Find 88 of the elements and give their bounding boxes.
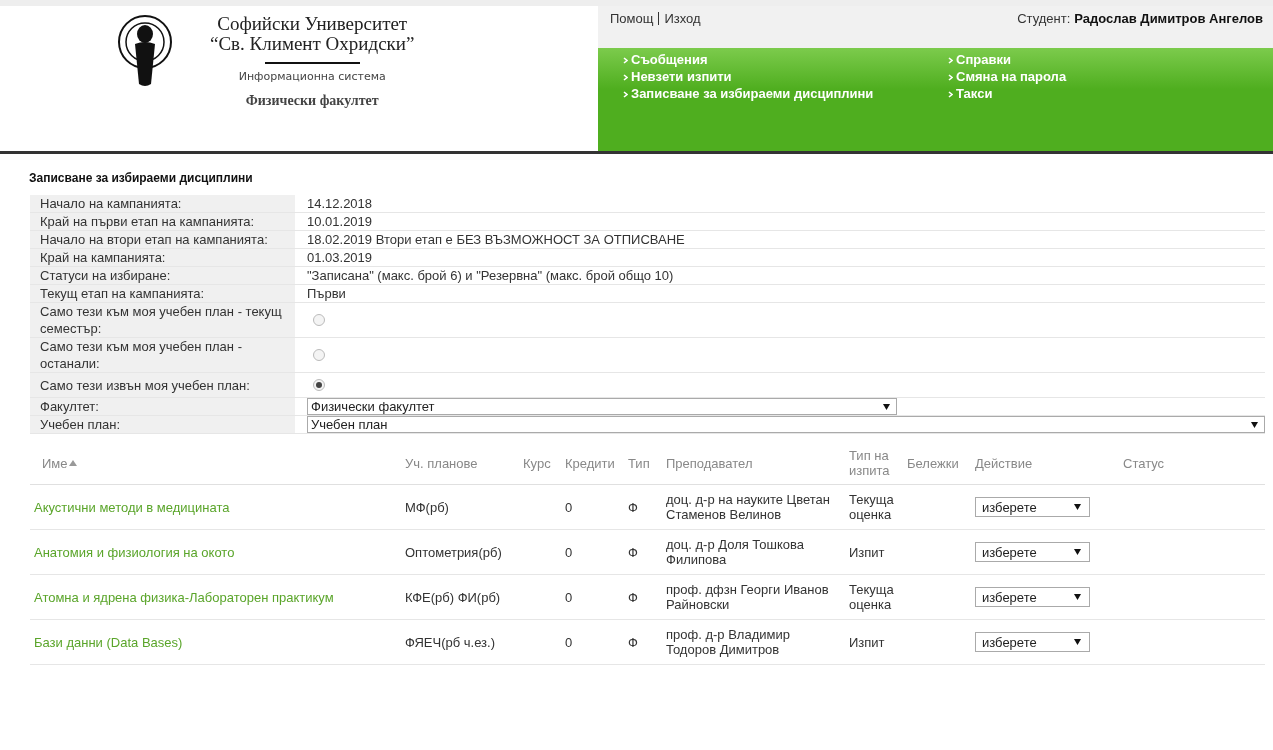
- table-cell: Ф: [628, 499, 638, 515]
- university-name: “Св. Климент Охридски”: [210, 34, 415, 54]
- table-cell: 0: [565, 544, 573, 560]
- caret-icon: [1074, 594, 1081, 600]
- field-label: Текущ етап на кампанията:: [30, 285, 295, 302]
- radio-button[interactable]: [313, 349, 325, 361]
- caret-icon: [883, 403, 890, 410]
- column-header[interactable]: Име: [42, 455, 68, 471]
- table-cell: Текуща оценка: [849, 582, 894, 612]
- caret-icon: [1074, 639, 1081, 645]
- field-label: Начало на втори етап на кампанията:: [30, 231, 295, 248]
- dropdown[interactable]: Учебен план: [307, 416, 1265, 433]
- table-cell: 0: [565, 499, 573, 515]
- column-header[interactable]: Преподавател: [666, 455, 753, 471]
- field-value: 18.02.2019 Втори етап е БЕЗ ВЪЗМОЖНОСТ ЗА ОТПИСВАНЕ: [307, 231, 685, 248]
- menu-link[interactable]: Записване за избираеми дисциплини: [623, 85, 948, 102]
- table-cell: Текуща оценка: [849, 492, 894, 522]
- chevron-icon: [948, 74, 953, 81]
- table-cell: доц. д-р Доля Тошкова Филипова: [666, 537, 804, 567]
- course-link[interactable]: Атомна и ядрена физика-Лабораторен практикум: [34, 589, 334, 605]
- chevron-icon: [623, 57, 628, 64]
- logo-icon: [115, 14, 175, 89]
- radio-button[interactable]: [313, 314, 325, 326]
- menu-link[interactable]: Такси: [948, 85, 1273, 102]
- column-header[interactable]: Тип: [628, 455, 650, 471]
- field-label: Край на кампанията:: [30, 249, 295, 266]
- field-label: Учебен план:: [30, 416, 295, 433]
- student-label: Студент:: [1017, 11, 1071, 26]
- field-label: Само тези към моя учебен план - останали:: [30, 338, 295, 372]
- menu-link[interactable]: Смяна на парола: [948, 68, 1273, 85]
- field-label: Край на първи етап на кампанията:: [30, 213, 295, 230]
- action-dropdown[interactable]: изберете: [975, 542, 1090, 562]
- table-cell: проф. дфзн Георги Иванов Райновски: [666, 582, 829, 612]
- table-cell: Изпит: [849, 544, 885, 560]
- field-value: "Записана" (макс. брой 6) и "Резервна" (макс. брой общо 10): [307, 267, 674, 284]
- chevron-icon: [623, 91, 628, 98]
- chevron-icon: [623, 74, 628, 81]
- field-label: Факултет:: [30, 398, 295, 415]
- table-cell: 0: [565, 589, 573, 605]
- table-cell: доц. д-р на науките Цветан Стаменов Велинов: [666, 492, 831, 522]
- column-header[interactable]: Статус: [1123, 455, 1165, 471]
- column-header[interactable]: Действие: [975, 455, 1033, 471]
- system-name: Информационна система: [238, 70, 386, 83]
- field-label: Статуси на избиране:: [30, 267, 295, 284]
- table-cell: проф. д-р Владимир Тодоров Димитров: [666, 627, 790, 657]
- radio-button[interactable]: [313, 379, 325, 391]
- table-cell: Ф: [628, 589, 638, 605]
- table-cell: КФЕ(рб) ФИ(рб): [405, 589, 501, 605]
- chevron-icon: [948, 57, 953, 64]
- table-cell: 0: [565, 634, 573, 650]
- table-cell: Ф: [628, 634, 638, 650]
- field-value: Първи: [307, 285, 346, 302]
- menu-link[interactable]: Невзети изпити: [623, 68, 948, 85]
- caret-icon: [1074, 549, 1081, 555]
- table-cell: Изпит: [849, 634, 885, 650]
- student-name: Радослав Димитров Ангелов: [1074, 11, 1263, 26]
- top-link[interactable]: Изход: [664, 11, 701, 26]
- column-header[interactable]: Уч. планове: [405, 455, 478, 471]
- course-link[interactable]: Бази данни (Data Bases): [34, 634, 183, 650]
- field-label: Само тези към моя учебен план - текущ семестър:: [30, 303, 295, 337]
- course-link[interactable]: Анатомия и физиология на окото: [34, 544, 235, 560]
- dropdown[interactable]: Физически факултет: [307, 398, 897, 415]
- action-dropdown[interactable]: изберете: [975, 497, 1090, 517]
- menu-link[interactable]: Справки: [948, 51, 1273, 68]
- table-cell: МФ(рб): [405, 499, 449, 515]
- column-header[interactable]: Тип на изпита: [849, 448, 899, 478]
- table-cell: ФЯЕЧ(рб ч.ез.): [405, 634, 495, 650]
- caret-icon: [1074, 504, 1081, 510]
- field-value: 01.03.2019: [307, 249, 373, 266]
- top-link[interactable]: Помощ: [610, 11, 654, 26]
- action-dropdown[interactable]: изберете: [975, 632, 1090, 652]
- column-header[interactable]: Бележки: [907, 455, 959, 471]
- faculty-name: Физически факултет: [245, 93, 379, 109]
- column-header[interactable]: Курс: [523, 455, 551, 471]
- table-cell: Ф: [628, 544, 638, 560]
- field-value: 10.01.2019: [307, 213, 373, 230]
- field-value: 14.12.2018: [307, 195, 373, 212]
- column-header[interactable]: Кредити: [565, 455, 615, 471]
- course-link[interactable]: Акустични методи в медицината: [34, 499, 230, 515]
- caret-icon: [1251, 421, 1258, 428]
- chevron-icon: [948, 91, 953, 98]
- field-label: Само тези извън моя учебен план:: [30, 373, 295, 397]
- field-label: Начало на кампанията:: [30, 195, 295, 212]
- page-title: Записване за избираеми дисциплини: [29, 171, 254, 185]
- menu-link[interactable]: Съобщения: [623, 51, 948, 68]
- action-dropdown[interactable]: изберете: [975, 587, 1090, 607]
- university-name: Софийски Университет: [217, 14, 408, 34]
- table-cell: Оптометрия(рб): [405, 544, 502, 560]
